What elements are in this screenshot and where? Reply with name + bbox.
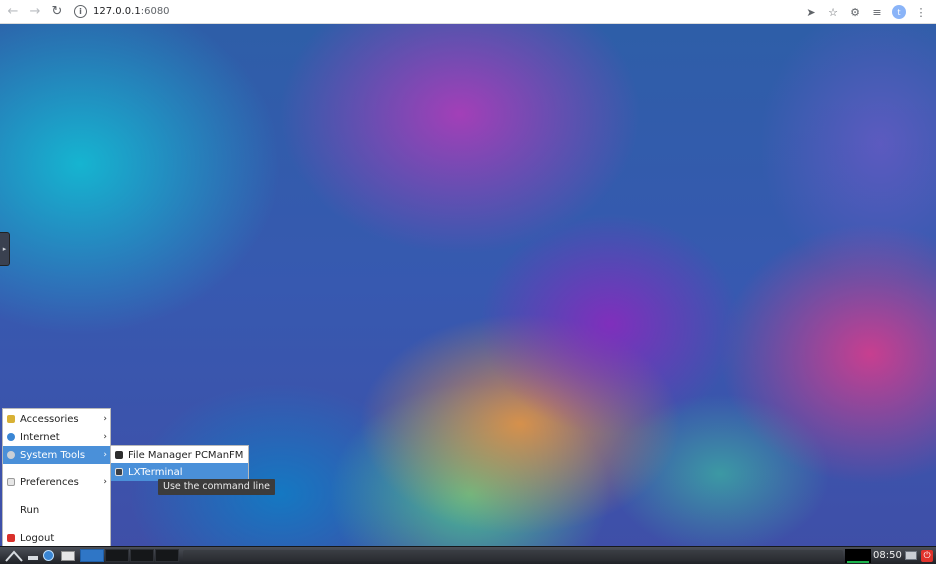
system-tools-submenu: File Manager PCManFM LXTerminal: [110, 445, 249, 481]
url-port: :6080: [140, 6, 170, 17]
side-panel-handle[interactable]: ▸: [0, 232, 10, 266]
send-icon[interactable]: ➤: [802, 3, 820, 21]
menu-item-label: Accessories: [20, 413, 79, 425]
chevron-right-icon: ›: [103, 477, 107, 487]
browser-launcher-icon[interactable]: [42, 549, 55, 562]
logout-icon: [7, 534, 15, 542]
clock[interactable]: 08:50: [873, 549, 902, 563]
menu-item-system-tools[interactable]: System Tools ›: [3, 446, 110, 464]
desktop-pager-1[interactable]: [80, 549, 104, 562]
preferences-icon: [7, 478, 15, 486]
submenu-item-label: LXTerminal: [128, 466, 183, 478]
power-icon[interactable]: ⏻: [920, 549, 934, 562]
application-menu: Accessories › Internet › System Tools › …: [2, 408, 111, 547]
menu-item-preferences[interactable]: Preferences ›: [3, 473, 110, 491]
chevron-right-icon: ›: [103, 414, 107, 424]
reading-list-icon[interactable]: ≡: [868, 3, 886, 21]
back-icon[interactable]: ←: [4, 3, 22, 21]
site-info-icon[interactable]: i: [74, 5, 87, 18]
menu-item-label: Run: [20, 504, 40, 516]
start-menu-icon[interactable]: [4, 549, 24, 562]
chevron-right-icon: ›: [103, 450, 107, 460]
system-tools-icon: [7, 451, 15, 459]
desktop-pager-2[interactable]: [105, 549, 129, 562]
menu-item-label: Logout: [20, 532, 55, 544]
menu-item-internet[interactable]: Internet ›: [3, 428, 110, 446]
menu-item-label: Preferences: [20, 476, 79, 488]
bookmark-star-icon[interactable]: ☆: [824, 3, 842, 21]
file-manager-icon: [115, 451, 123, 459]
tooltip: Use the command line: [158, 479, 275, 495]
accessories-icon: [7, 415, 15, 423]
window-list[interactable]: [183, 550, 843, 561]
browser-toolbar: ← → ↻ i 127.0.0.1:6080 ➤ ☆ ⚙ ≡ t ⋮: [0, 0, 936, 24]
profile-avatar[interactable]: t: [890, 3, 908, 21]
forward-icon[interactable]: →: [26, 3, 44, 21]
menu-item-label: Internet: [20, 431, 60, 443]
chevron-right-icon: ›: [103, 432, 107, 442]
cpu-monitor: [845, 549, 871, 563]
minimize-all-icon[interactable]: [27, 549, 39, 562]
submenu-item-label: File Manager PCManFM: [128, 449, 244, 461]
address-bar[interactable]: i 127.0.0.1:6080: [74, 5, 170, 18]
desktop-pager-3[interactable]: [130, 549, 154, 562]
internet-icon: [7, 433, 15, 441]
extensions-icon[interactable]: ⚙: [846, 3, 864, 21]
reload-icon[interactable]: ↻: [48, 3, 66, 21]
more-menu-icon[interactable]: ⋮: [912, 3, 930, 21]
menu-item-run[interactable]: Run: [3, 501, 110, 519]
taskbar: 08:50 ⏻: [0, 546, 936, 564]
url-host: 127.0.0.1: [93, 6, 141, 17]
menu-item-label: System Tools: [20, 449, 86, 461]
submenu-item-file-manager[interactable]: File Manager PCManFM: [111, 446, 248, 464]
terminal-icon: [115, 468, 123, 476]
menu-item-logout[interactable]: Logout: [3, 529, 110, 547]
desktop-pager-4[interactable]: [155, 549, 179, 562]
file-manager-launcher-icon[interactable]: [60, 549, 76, 562]
network-icon[interactable]: [904, 549, 918, 562]
menu-item-accessories[interactable]: Accessories ›: [3, 410, 110, 428]
